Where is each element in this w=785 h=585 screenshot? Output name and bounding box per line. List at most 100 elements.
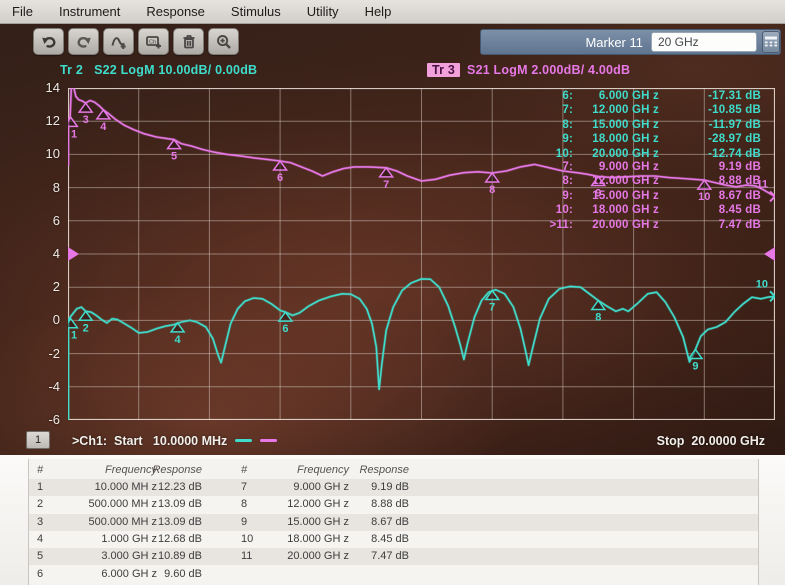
readout-value: 8.45 dB (659, 203, 761, 217)
readout-value: -12.74 dB (659, 147, 761, 161)
readout-value: 9.19 dB (659, 160, 761, 174)
marker-number: 4 (100, 121, 107, 133)
toolbar-button-add-channel[interactable]: Ch (138, 28, 169, 55)
readout-frequency: 18.000 GH z (573, 132, 659, 146)
readout-value: 7.47 dB (659, 218, 761, 232)
stop-frequency-label: Stop 20.0000 GHz (657, 434, 775, 448)
readout-value: -11.97 dB (659, 118, 761, 132)
marker-response-cell: 13.09 dB (147, 514, 202, 531)
toolbar-button-add-trace[interactable] (103, 28, 134, 55)
marker-table-row: 66.000 GH z9.60 dB (29, 566, 758, 583)
column-header: Frequency (257, 462, 349, 479)
marker-triangle (79, 103, 92, 112)
marker-label: Marker 11 (481, 35, 651, 50)
readout-value: -17.31 dB (659, 89, 761, 103)
marker-response-cell: 13.09 dB (147, 496, 202, 513)
graph-footer: >Ch1: Start 10.0000 MHz Stop 20.0000 GHz (72, 432, 775, 449)
ref-level-arrow-right (764, 247, 775, 261)
marker-table-panel: #FrequencyResponse#FrequencyResponse110.… (0, 455, 785, 585)
readout-frequency: 20.000 GH z (573, 218, 659, 232)
y-axis-label: 6 (2, 213, 60, 228)
readout-marker-number: 6: (545, 89, 573, 103)
menu-item-help[interactable]: Help (365, 4, 392, 19)
menu-item-stimulus[interactable]: Stimulus (231, 4, 281, 19)
marker-number: 1 (71, 330, 77, 342)
toolbar-button-undo[interactable] (33, 28, 64, 55)
start-frequency-label: >Ch1: Start 10.0000 MHz (72, 434, 227, 448)
marker-number: 5 (171, 151, 177, 163)
marker-response-cell: 8.67 dB (351, 514, 409, 531)
readout-marker-number: 8: (545, 174, 573, 188)
keypad-icon (763, 35, 779, 49)
menu-item-utility[interactable]: Utility (307, 4, 339, 19)
channel-1-button[interactable]: 1 (26, 431, 50, 449)
marker-response-cell: 8.88 dB (351, 496, 409, 513)
readout-frequency: 6.000 GH z (573, 89, 659, 103)
marker-table-row: 2500.000 MH z13.09 dB812.000 GH z8.88 dB (29, 496, 758, 513)
marker-number: 9 (692, 360, 698, 372)
marker-frequency-cell: 15.000 GH z (257, 514, 349, 531)
trace3-header[interactable]: Tr 3 S21 LogM 2.000dB/ 4.00dB (427, 63, 630, 77)
y-axis-label: -4 (2, 379, 60, 394)
trace3-description: S21 LogM 2.000dB/ 4.00dB (467, 63, 630, 77)
marker-number: 8 (489, 184, 495, 196)
readout-row: 7:12.000 GH z-10.85 dB (545, 103, 761, 117)
marker-frequency-cell: 20.000 GH z (257, 548, 349, 565)
marker-frequency-cell: 500.000 MH z (49, 514, 157, 531)
readout-marker-number: 9: (545, 132, 573, 146)
readout-marker-number: 7: (545, 103, 573, 117)
readout-row: 10:18.000 GH z8.45 dB (545, 203, 761, 217)
trace2-description: S22 LogM 10.00dB/ 0.00dB (94, 63, 257, 77)
readout-frequency: 12.000 GH z (573, 103, 659, 117)
marker-table-row: 110.000 MH z12.23 dB79.000 GH z9.19 dB (29, 479, 758, 496)
readout-marker-number: 10: (545, 147, 573, 161)
marker-frequency-cell: 9.000 GH z (257, 479, 349, 496)
readout-frequency: 12.000 GH z (573, 174, 659, 188)
marker-response-cell: 7.47 dB (351, 548, 409, 565)
marker-number: 4 (175, 334, 182, 346)
readout-value: -28.97 dB (659, 132, 761, 146)
marker-number: 6 (282, 323, 288, 335)
marker-number: 7 (383, 179, 389, 191)
toolbar: Ch (33, 28, 239, 55)
marker-frequency-cell: 10.000 MH z (49, 479, 157, 496)
toolbar-button-zoom[interactable] (208, 28, 239, 55)
readout-value: -10.85 dB (659, 103, 761, 117)
y-axis-label: 0 (2, 312, 60, 327)
readout-row: 9:18.000 GH z-28.97 dB (545, 132, 761, 146)
marker-frequency-input[interactable] (651, 32, 757, 52)
redo-icon (75, 33, 93, 51)
marker-frequency-cell: 12.000 GH z (257, 496, 349, 513)
zoom-icon (215, 33, 233, 51)
menu-item-response[interactable]: Response (146, 4, 205, 19)
trace3-id-badge: Tr 3 (427, 63, 460, 77)
add-trace-icon (110, 33, 128, 51)
readout-marker-number: 8: (545, 118, 573, 132)
marker-response-cell: 9.60 dB (147, 566, 202, 583)
marker-frequency-cell: 6.000 GH z (49, 566, 157, 583)
toolbar-button-redo[interactable] (68, 28, 99, 55)
y-axis-label: -2 (2, 346, 60, 361)
marker-table-header-row: #FrequencyResponse#FrequencyResponse (29, 462, 758, 479)
marker-number: 3 (83, 114, 89, 126)
y-axis-label: 12 (2, 113, 60, 128)
keypad-button[interactable] (762, 31, 780, 53)
readout-row: 7:9.000 GH z9.19 dB (545, 160, 761, 174)
marker-number: 2 (83, 322, 89, 334)
menu-item-instrument[interactable]: Instrument (59, 4, 120, 19)
marker-triangle (486, 173, 499, 182)
menu-bar: File Instrument Response Stimulus Utility Hel… (0, 0, 785, 24)
y-axis-label: 14 (2, 80, 60, 95)
readout-value: 8.88 dB (659, 174, 761, 188)
marker-number: 10 (756, 278, 768, 290)
readout-frequency: 9.000 GH z (573, 160, 659, 174)
marker-number: 7 (489, 302, 495, 314)
menu-item-file[interactable]: File (12, 4, 33, 19)
toolbar-button-delete[interactable] (173, 28, 204, 55)
readout-marker-number: >11: (545, 218, 573, 232)
vna-application-window: File Instrument Response Stimulus Utility Hel… (0, 0, 785, 585)
marker-table-row: 3500.000 MH z13.09 dB915.000 GH z8.67 dB (29, 514, 758, 531)
trace2-header[interactable]: Tr 2 S22 LogM 10.00dB/ 0.00dB (60, 63, 257, 77)
y-axis-label: -6 (2, 412, 60, 427)
trace2-color-key (235, 439, 252, 442)
